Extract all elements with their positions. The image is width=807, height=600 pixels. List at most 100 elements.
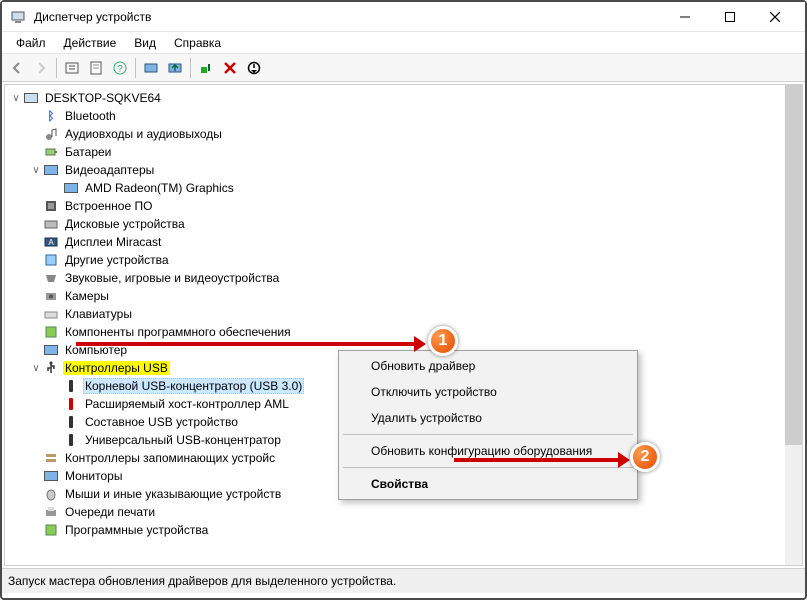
tree-category[interactable]: Звуковые, игровые и видеоустройства: [7, 269, 802, 287]
expander-icon[interactable]: [29, 201, 43, 212]
software2-icon: [43, 522, 59, 538]
expander-icon[interactable]: ∨: [29, 165, 43, 176]
disable-button[interactable]: [243, 57, 265, 79]
forward-button[interactable]: [30, 57, 52, 79]
expander-icon[interactable]: [29, 327, 43, 338]
uninstall-button[interactable]: [219, 57, 241, 79]
annotation-arrow-1: [76, 342, 416, 346]
expander-icon[interactable]: ∨: [29, 363, 43, 374]
tree-category-label: Компоненты программного обеспечения: [63, 325, 293, 339]
ctx-separator: [343, 434, 633, 435]
menu-view[interactable]: Вид: [126, 34, 164, 52]
firmware-icon: [43, 198, 59, 214]
tree-category[interactable]: ᛒBluetooth: [7, 107, 802, 125]
window-title: Диспетчер устройств: [34, 10, 662, 24]
close-button[interactable]: [752, 3, 797, 31]
tree-device-label: Корневой USB-концентратор (USB 3.0): [83, 378, 304, 394]
show-hidden-button[interactable]: [61, 57, 83, 79]
status-text: Запуск мастера обновления драйверов для …: [8, 574, 396, 588]
tree-category[interactable]: Клавиатуры: [7, 305, 802, 323]
expander-icon[interactable]: [29, 111, 43, 122]
enable-button[interactable]: [195, 57, 217, 79]
tree-category-label: Контроллеры запоминающих устройс: [63, 451, 277, 465]
tree-root-label: DESKTOP-SQKVE64: [43, 91, 163, 105]
tree-root[interactable]: ∨ DESKTOP-SQKVE64: [7, 89, 802, 107]
disk-icon: [43, 216, 59, 232]
help-button[interactable]: ?: [109, 57, 131, 79]
ctx-properties[interactable]: Свойства: [341, 471, 635, 497]
tree-category-label: Клавиатуры: [63, 307, 134, 321]
annotation-badge-2: 2: [630, 442, 660, 472]
camera-icon: [43, 288, 59, 304]
expander-icon[interactable]: [29, 309, 43, 320]
expander-icon[interactable]: [29, 345, 43, 356]
menu-action[interactable]: Действие: [56, 34, 125, 52]
expander-icon[interactable]: [29, 471, 43, 482]
computer-small-icon: [43, 342, 59, 358]
ctx-update-driver[interactable]: Обновить драйвер: [341, 353, 635, 379]
tree-category-label: Батареи: [63, 145, 113, 159]
monitor-icon: [63, 180, 79, 196]
update-driver-button[interactable]: [164, 57, 186, 79]
menubar: Файл Действие Вид Справка: [2, 32, 805, 54]
properties-button[interactable]: [85, 57, 107, 79]
app-icon: [10, 9, 26, 25]
tree-category[interactable]: Компоненты программного обеспечения: [7, 323, 802, 341]
back-button[interactable]: [6, 57, 28, 79]
svg-text:A: A: [48, 238, 54, 247]
usb-icon: [63, 432, 79, 448]
tree-category-label: Очереди печати: [63, 505, 157, 519]
tree-category[interactable]: Другие устройства: [7, 251, 802, 269]
toolbar: ?: [2, 54, 805, 82]
printer-icon: [43, 504, 59, 520]
expander-icon[interactable]: [29, 525, 43, 536]
tree-category[interactable]: AДисплеи Miracast: [7, 233, 802, 251]
tree-category[interactable]: Аудиовходы и аудиовыходы: [7, 125, 802, 143]
tree-category-label: Звуковые, игровые и видеоустройства: [63, 271, 281, 285]
other-icon: [43, 252, 59, 268]
expander-icon[interactable]: [29, 219, 43, 230]
menu-help[interactable]: Справка: [166, 34, 229, 52]
expander-icon[interactable]: [29, 507, 43, 518]
expander-icon[interactable]: [29, 273, 43, 284]
expander-icon[interactable]: [29, 255, 43, 266]
scrollbar[interactable]: [785, 85, 802, 565]
window-controls: [662, 3, 797, 31]
expander-icon[interactable]: [29, 147, 43, 158]
tree-category-label: Контроллеры USB: [63, 361, 170, 375]
expander-icon[interactable]: [29, 237, 43, 248]
battery-icon: [43, 144, 59, 160]
tree-category[interactable]: Программные устройства: [7, 521, 802, 539]
expander-icon[interactable]: [29, 453, 43, 464]
tree-category[interactable]: Камеры: [7, 287, 802, 305]
tree-category-label: Мониторы: [63, 469, 124, 483]
ctx-uninstall-device[interactable]: Удалить устройство: [341, 405, 635, 431]
tree-category[interactable]: Батареи: [7, 143, 802, 161]
annotation-arrow-2: [454, 458, 620, 462]
expander-icon[interactable]: [29, 489, 43, 500]
svg-text:?: ?: [117, 64, 123, 75]
tree-category[interactable]: Очереди печати: [7, 503, 802, 521]
scan-button[interactable]: [140, 57, 162, 79]
tree-device-label: Составное USB устройство: [83, 415, 240, 429]
tree-category[interactable]: Дисковые устройства: [7, 215, 802, 233]
tree-device[interactable]: AMD Radeon(TM) Graphics: [7, 179, 802, 197]
menu-file[interactable]: Файл: [8, 34, 54, 52]
expander-icon[interactable]: [29, 129, 43, 140]
tree-category-label: Встроенное ПО: [63, 199, 154, 213]
tree-category-label: Видеоадаптеры: [63, 163, 156, 177]
expander-icon[interactable]: [29, 291, 43, 302]
audio-icon: [43, 126, 59, 142]
tree-category-label: Аудиовходы и аудиовыходы: [63, 127, 224, 141]
minimize-button[interactable]: [662, 3, 707, 31]
ctx-disable-device[interactable]: Отключить устройство: [341, 379, 635, 405]
maximize-button[interactable]: [707, 3, 752, 31]
computer-icon: [23, 90, 39, 106]
expander-icon[interactable]: ∨: [9, 93, 23, 104]
tree-category[interactable]: Встроенное ПО: [7, 197, 802, 215]
tree-category[interactable]: ∨ Видеоадаптеры: [7, 161, 802, 179]
storage-icon: [43, 450, 59, 466]
tree-device-label: Расширяемый хост-контроллер AML: [83, 397, 291, 411]
scrollbar-thumb[interactable]: [785, 85, 802, 445]
titlebar: Диспетчер устройств: [2, 2, 805, 32]
